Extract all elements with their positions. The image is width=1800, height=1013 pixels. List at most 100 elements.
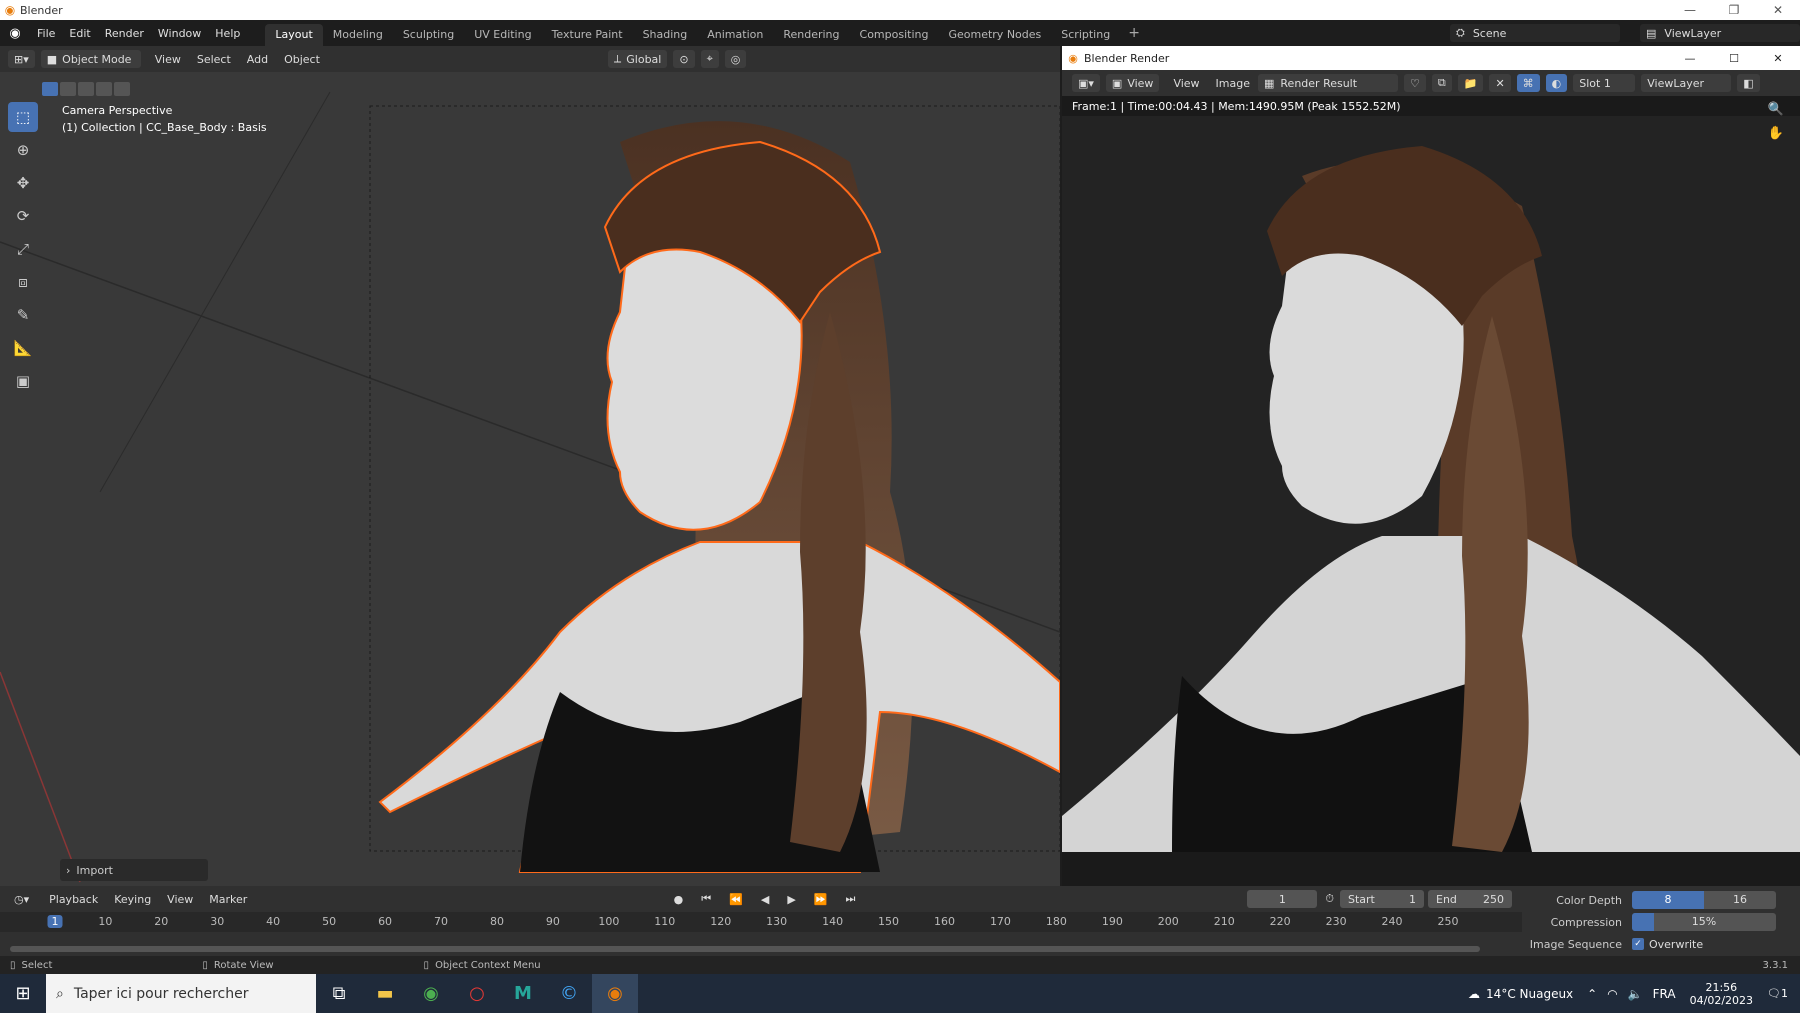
blender-taskbar-icon[interactable]: ◉ — [592, 974, 638, 1013]
editor-type-icon[interactable]: ⊞▾ — [8, 50, 35, 68]
current-frame-field[interactable]: 1 — [1247, 890, 1318, 908]
scene-selector[interactable]: ⛭ Scene — [1450, 24, 1620, 42]
image-menu-image[interactable]: Image — [1208, 77, 1258, 90]
select-box-icon[interactable]: ⬚ — [8, 102, 38, 132]
move-icon[interactable]: ✥ — [8, 168, 38, 198]
3d-viewport[interactable]: ⊞▾ ■ Object Mode View Select Add Object ⟂ G… — [0, 46, 1060, 886]
menu-window[interactable]: Window — [151, 27, 208, 40]
image-menu-view[interactable]: View — [1165, 77, 1207, 90]
end-frame-field[interactable]: End 250 — [1428, 890, 1512, 908]
proportional-edit-icon[interactable]: ◎ — [724, 50, 747, 68]
jump-end-icon[interactable]: ⏭ — [840, 890, 862, 908]
record-icon[interactable]: ● — [668, 890, 690, 908]
mode-selector[interactable]: ■ Object Mode — [40, 50, 141, 68]
weather-text[interactable]: 14°C Nuageux — [1486, 987, 1573, 1001]
file-explorer-icon[interactable]: ▬ — [362, 974, 408, 1013]
scale-icon[interactable]: ⤢ — [8, 234, 38, 264]
pivot-icon[interactable]: ⊙ — [673, 50, 695, 68]
jump-start-icon[interactable]: ⏮ — [695, 890, 717, 908]
tab-modeling[interactable]: Modeling — [323, 24, 393, 46]
tab-scripting[interactable]: Scripting — [1051, 24, 1120, 46]
prev-keyframe-icon[interactable]: ⏪ — [723, 890, 749, 908]
tab-rendering[interactable]: Rendering — [773, 24, 849, 46]
timeline-menu-view[interactable]: View — [159, 893, 201, 906]
blender-menu-icon[interactable]: ◉ — [0, 26, 30, 41]
unlink-icon[interactable]: ✕ — [1489, 74, 1511, 92]
opera-icon[interactable]: ○ — [454, 974, 500, 1013]
rotate-icon[interactable]: ⟳ — [8, 201, 38, 231]
open-image-icon[interactable]: 📁 — [1457, 74, 1484, 92]
timeline-scrollbar[interactable] — [10, 946, 1480, 952]
timeline-menu-keying[interactable]: Keying — [106, 893, 159, 906]
notifications-icon[interactable]: 🗨1 — [1767, 987, 1788, 1000]
network-icon[interactable]: ◠ — [1607, 987, 1617, 1001]
windows-start-icon[interactable]: ⊞ — [0, 974, 46, 1013]
pan-hand-icon[interactable]: ✋ — [1768, 126, 1784, 141]
add-workspace-icon[interactable]: + — [1120, 25, 1148, 41]
tab-layout[interactable]: Layout — [265, 24, 323, 46]
timeline-ruler[interactable]: 1 10 20 30 40 50 60 70 80 90 100 110 120 130 140 150 160… — [0, 912, 1522, 932]
tab-geometry-nodes[interactable]: Geometry Nodes — [938, 24, 1051, 46]
compression-slider[interactable]: 15% — [1632, 913, 1776, 931]
minimize-icon[interactable]: — — [1668, 52, 1712, 65]
m-app-icon[interactable]: M — [500, 974, 546, 1013]
menu-help[interactable]: Help — [208, 27, 247, 40]
zoom-icon[interactable]: 🔍 — [1768, 102, 1784, 117]
fake-user-icon[interactable]: ♡ — [1404, 74, 1426, 92]
play-reverse-icon[interactable]: ◀ — [755, 890, 775, 908]
viewport-menu-add[interactable]: Add — [239, 53, 276, 66]
render-window[interactable]: ◉ Blender Render — ☐ ✕ ▣▾ ▣ View View Ima… — [1062, 46, 1800, 886]
tab-shading[interactable]: Shading — [633, 24, 698, 46]
tab-texture-paint[interactable]: Texture Paint — [542, 24, 633, 46]
start-frame-field[interactable]: Start 1 — [1340, 890, 1424, 908]
viewport-menu-view[interactable]: View — [147, 53, 189, 66]
close-icon[interactable]: ✕ — [1756, 3, 1800, 17]
taskbar-search[interactable]: ⌕ Taper ici pour rechercher — [46, 974, 316, 1013]
next-keyframe-icon[interactable]: ⏩ — [808, 890, 834, 908]
transform-icon[interactable]: ⧈ — [8, 267, 38, 297]
timeline-menu-marker[interactable]: Marker — [201, 893, 255, 906]
language-indicator[interactable]: FRA — [1653, 987, 1676, 1001]
viewlayer-selector[interactable]: ▤ ViewLayer — [1640, 24, 1800, 42]
overlay-icon[interactable]: ◐ — [1545, 74, 1568, 92]
display-mode-icon[interactable]: ◧ — [1737, 74, 1760, 92]
viewport-menu-select[interactable]: Select — [189, 53, 239, 66]
slot-selector[interactable]: Slot 1 — [1573, 74, 1636, 92]
annotate-icon[interactable]: ✎ — [8, 300, 38, 330]
close-icon[interactable]: ✕ — [1756, 52, 1800, 65]
tab-uv-editing[interactable]: UV Editing — [464, 24, 541, 46]
measure-icon[interactable]: 📐 — [8, 333, 38, 363]
timeline-menu-playback[interactable]: Playback — [41, 893, 106, 906]
minimize-icon[interactable]: — — [1668, 3, 1712, 17]
add-cube-icon[interactable]: ▣ — [8, 366, 38, 396]
new-image-icon[interactable]: ⧉ — [1431, 74, 1452, 92]
restore-icon[interactable]: ❐ — [1712, 3, 1756, 17]
menu-edit[interactable]: Edit — [62, 27, 97, 40]
view-mode-selector[interactable]: ▣ View — [1105, 74, 1160, 92]
volume-icon[interactable]: 🔈 — [1628, 987, 1643, 1001]
editor-type-icon[interactable]: ▣▾ — [1072, 74, 1100, 92]
overwrite-checkbox[interactable]: ✓ — [1632, 938, 1644, 950]
render-layer-selector[interactable]: ViewLayer — [1641, 74, 1732, 92]
tab-sculpting[interactable]: Sculpting — [393, 24, 464, 46]
c-app-icon[interactable]: © — [546, 974, 592, 1013]
chevron-up-icon[interactable]: ⌃ — [1587, 987, 1597, 1001]
chrome-icon[interactable]: ◉ — [408, 974, 454, 1013]
color-depth-16-button[interactable]: 16 — [1704, 891, 1776, 909]
task-view-icon[interactable]: ⧉ — [316, 974, 362, 1013]
snap-icon[interactable]: ⌖ — [700, 50, 719, 68]
tab-compositing[interactable]: Compositing — [850, 24, 939, 46]
import-panel[interactable]: › Import — [60, 859, 208, 881]
display-channels-icon[interactable]: ⌘ — [1516, 74, 1540, 92]
timeline-editor-icon[interactable]: ◷▾ — [8, 890, 35, 908]
menu-file[interactable]: File — [30, 27, 62, 40]
tab-animation[interactable]: Animation — [697, 24, 773, 46]
cursor-icon[interactable]: ⊕ — [8, 135, 38, 165]
orientation-selector[interactable]: ⟂ Global — [607, 50, 668, 68]
color-depth-8-button[interactable]: 8 — [1632, 891, 1704, 909]
image-selector[interactable]: ▦ Render Result — [1258, 74, 1398, 92]
clock-icon[interactable]: ⏱ — [1325, 892, 1334, 906]
play-icon[interactable]: ▶ — [781, 890, 801, 908]
menu-render[interactable]: Render — [98, 27, 151, 40]
maximize-icon[interactable]: ☐ — [1712, 52, 1756, 65]
